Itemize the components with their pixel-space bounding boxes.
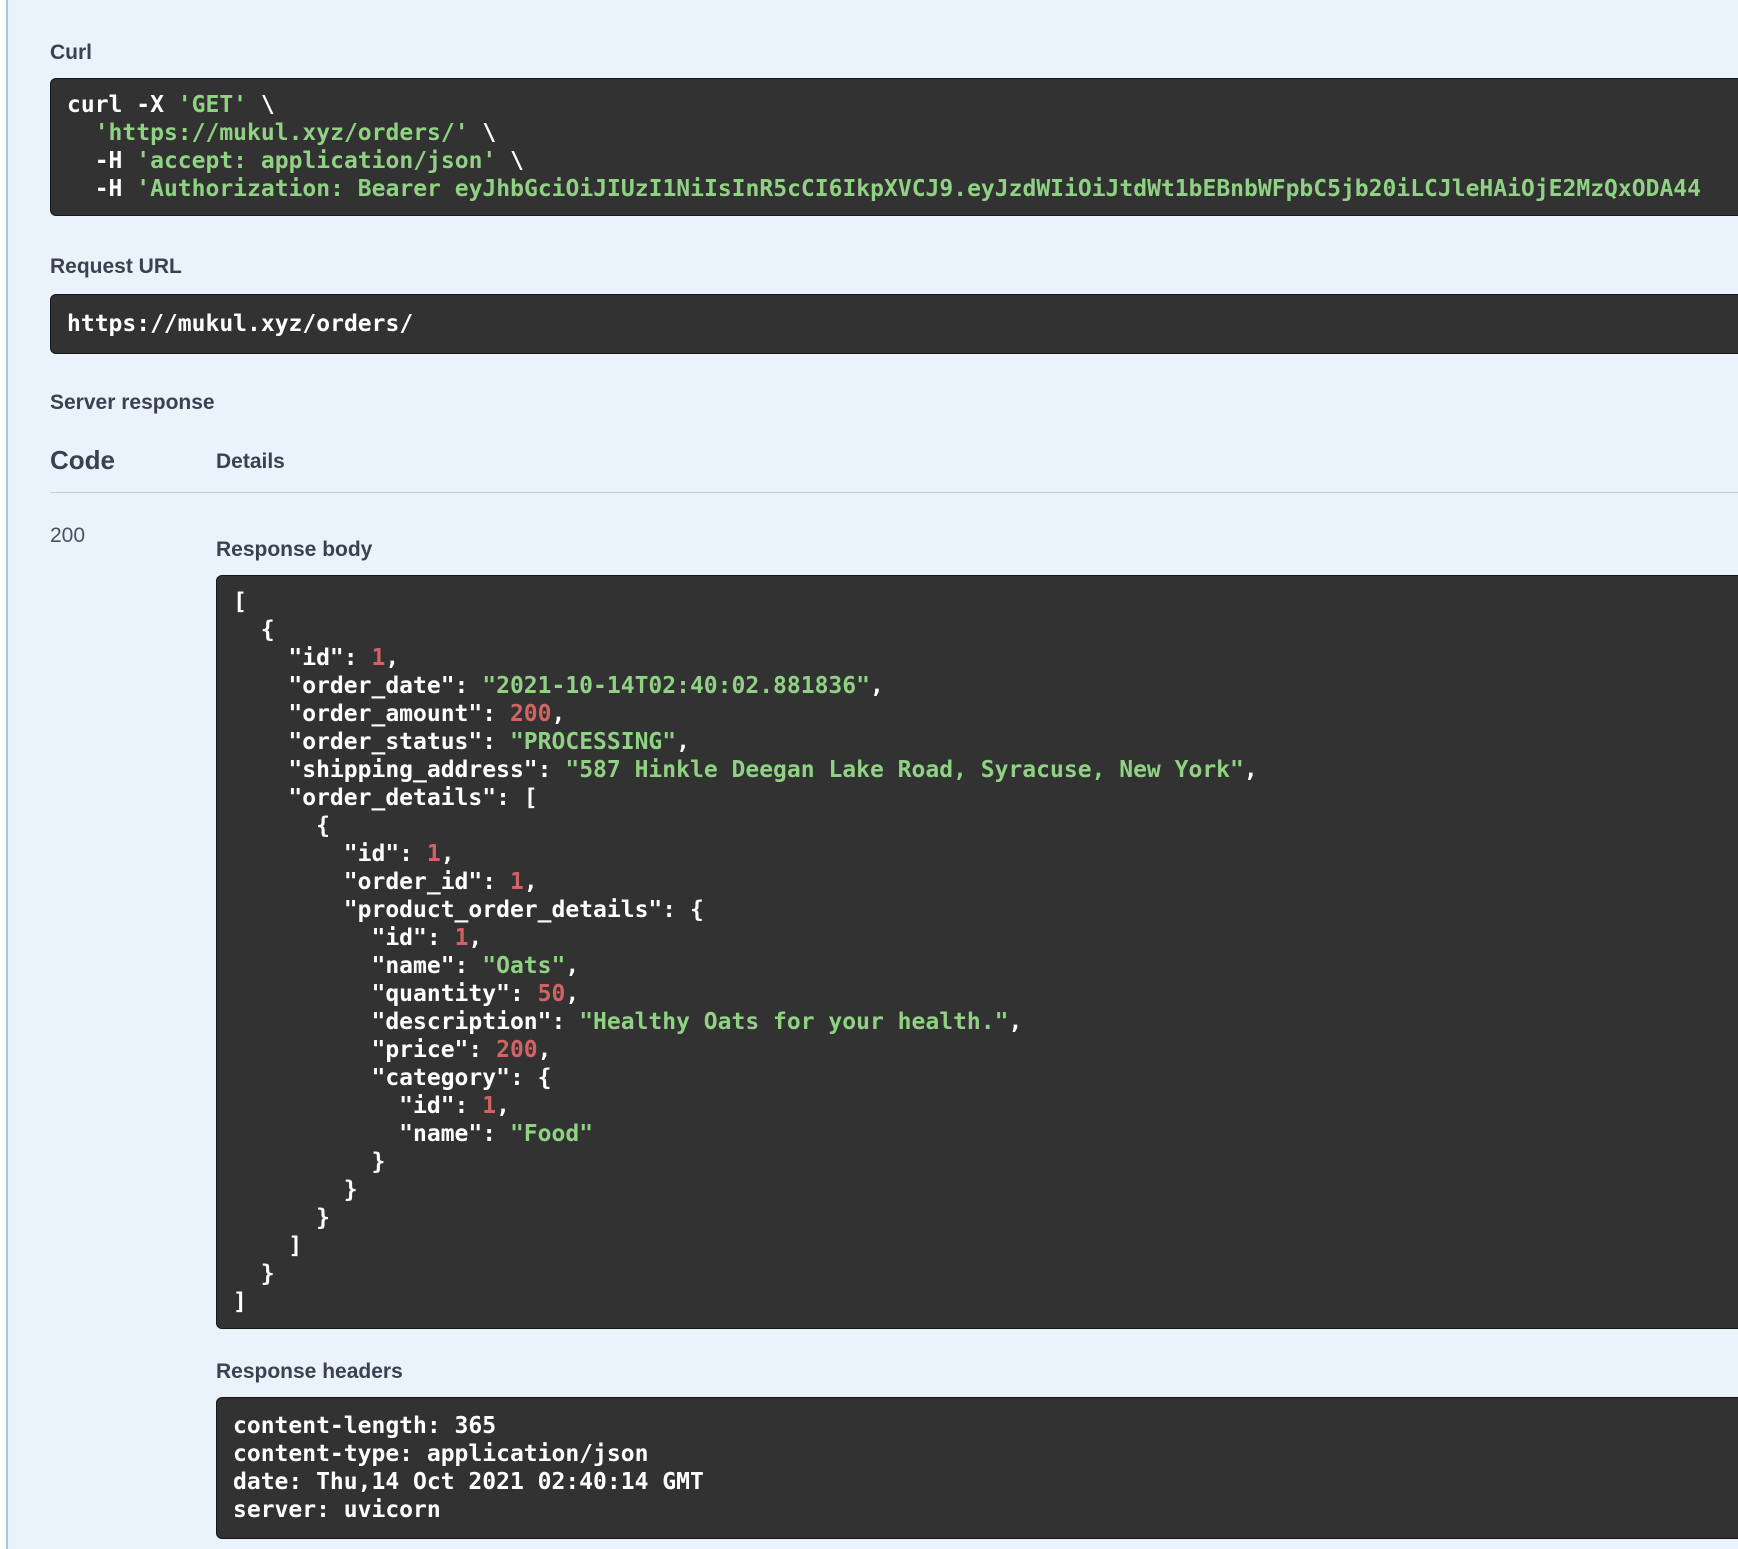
status-code: 200 xyxy=(50,524,86,547)
response-headers-text[interactable]: content-length: 365 content-type: applic… xyxy=(216,1397,1738,1539)
request-url-value[interactable]: https://mukul.xyz/orders/ xyxy=(50,294,1738,354)
server-response-label: Server response xyxy=(50,391,215,414)
responses-table: Code Details 200 Response body [ { "id":… xyxy=(50,444,1738,1539)
response-details-cell: Response body [ { "id": 1, "order_date":… xyxy=(216,493,1738,1539)
curl-command-block[interactable]: curl -X 'GET' \ 'https://mukul.xyz/order… xyxy=(50,78,1738,216)
details-column-header: Details xyxy=(216,450,285,473)
curl-label: Curl xyxy=(50,41,92,64)
responses-table-header: Code Details xyxy=(50,444,1738,493)
code-column-header: Code xyxy=(50,445,115,475)
response-body-label: Response body xyxy=(216,538,373,561)
response-body-json[interactable]: [ { "id": 1, "order_date": "2021-10-14T0… xyxy=(216,575,1738,1329)
request-url-label: Request URL xyxy=(50,255,182,278)
response-row: 200 Response body [ { "id": 1, "order_da… xyxy=(50,493,1738,1539)
server-response-panel: Curl curl -X 'GET' \ 'https://mukul.xyz/… xyxy=(6,0,1738,1549)
response-headers-label: Response headers xyxy=(216,1360,403,1383)
